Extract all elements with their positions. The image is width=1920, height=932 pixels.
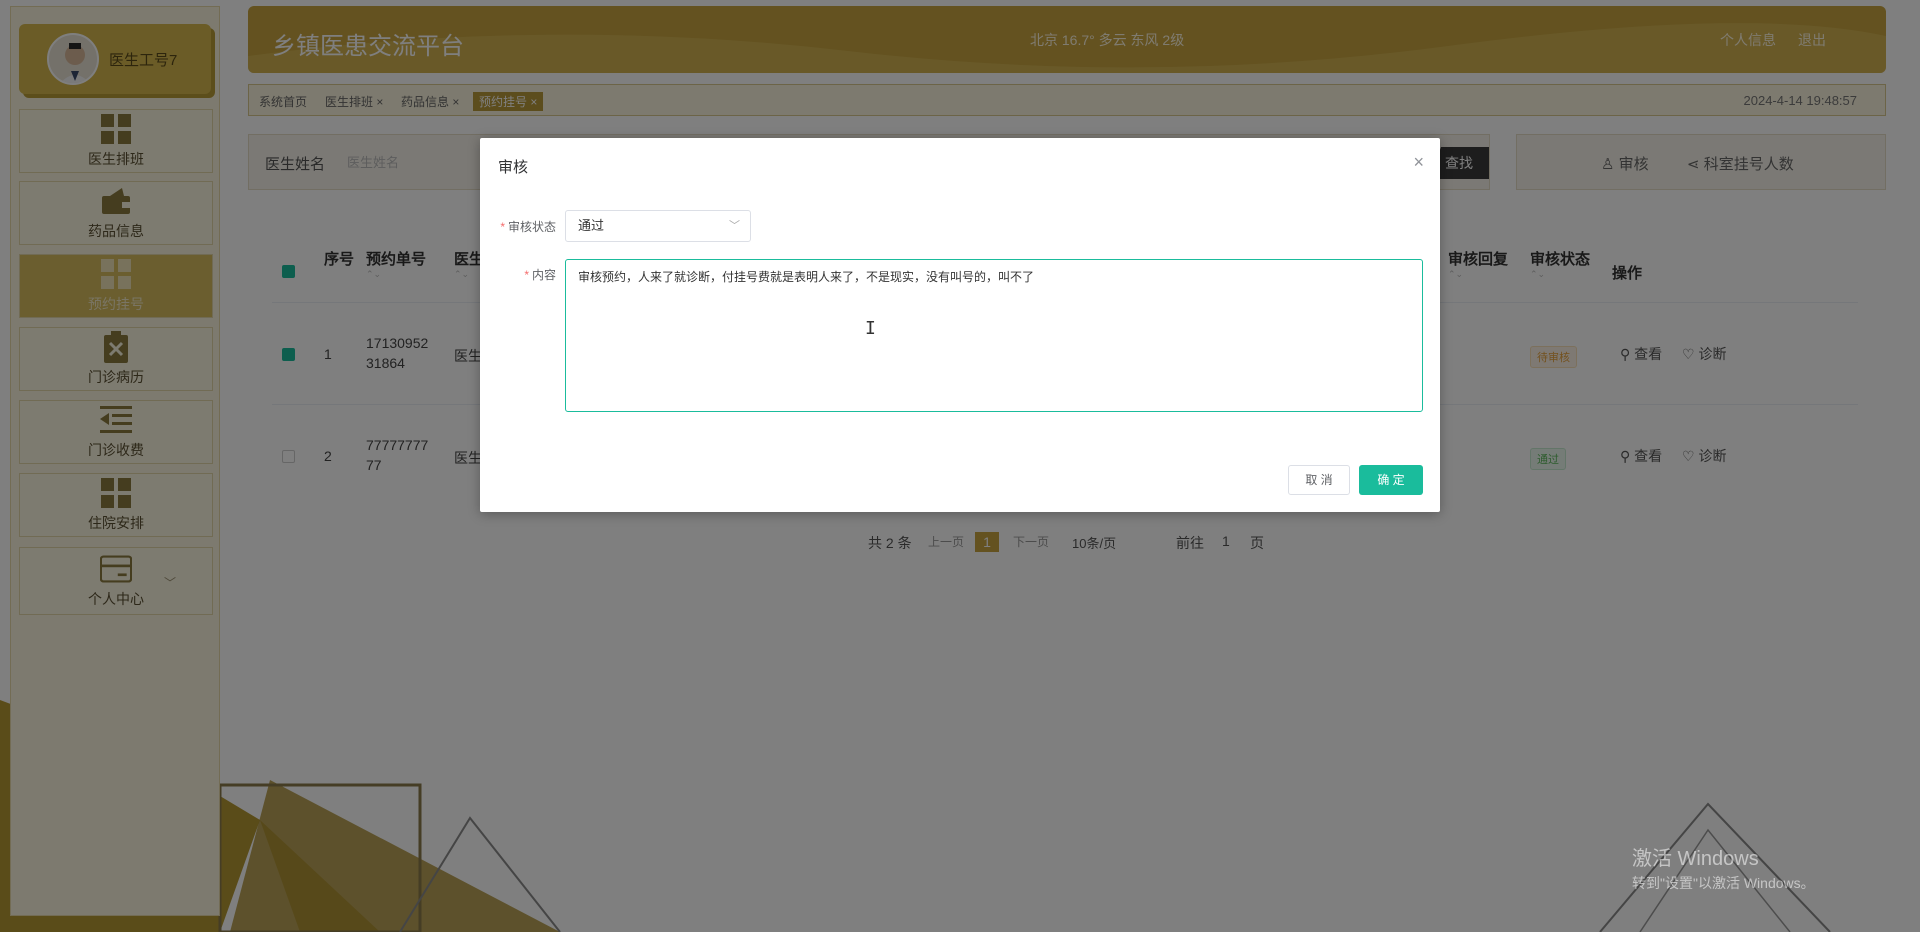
content-label: * 内容 xyxy=(524,268,556,282)
cancel-button[interactable]: 取 消 xyxy=(1288,465,1350,495)
content-textarea[interactable]: 审核预约，人来了就诊断，付挂号费就是表明人来了，不是现实，没有叫号的，叫不了 xyxy=(565,259,1423,412)
chevron-down-icon: ﹀ xyxy=(729,220,740,232)
status-select[interactable]: 通过 ﹀ xyxy=(565,210,751,242)
text-cursor-icon: I xyxy=(865,318,876,339)
close-icon[interactable]: × xyxy=(1413,152,1424,173)
windows-activation-watermark: 激活 Windows 转到"设置"以激活 Windows。 xyxy=(1632,848,1815,891)
confirm-button[interactable]: 确 定 xyxy=(1359,465,1423,495)
status-label: * 审核状态 xyxy=(500,220,556,234)
dialog-title: 审核 xyxy=(498,159,529,176)
audit-dialog: 审核 × * 审核状态 通过 ﹀ * 内容 审核预约，人来了就诊断，付挂号费就是表明… xyxy=(480,138,1440,512)
